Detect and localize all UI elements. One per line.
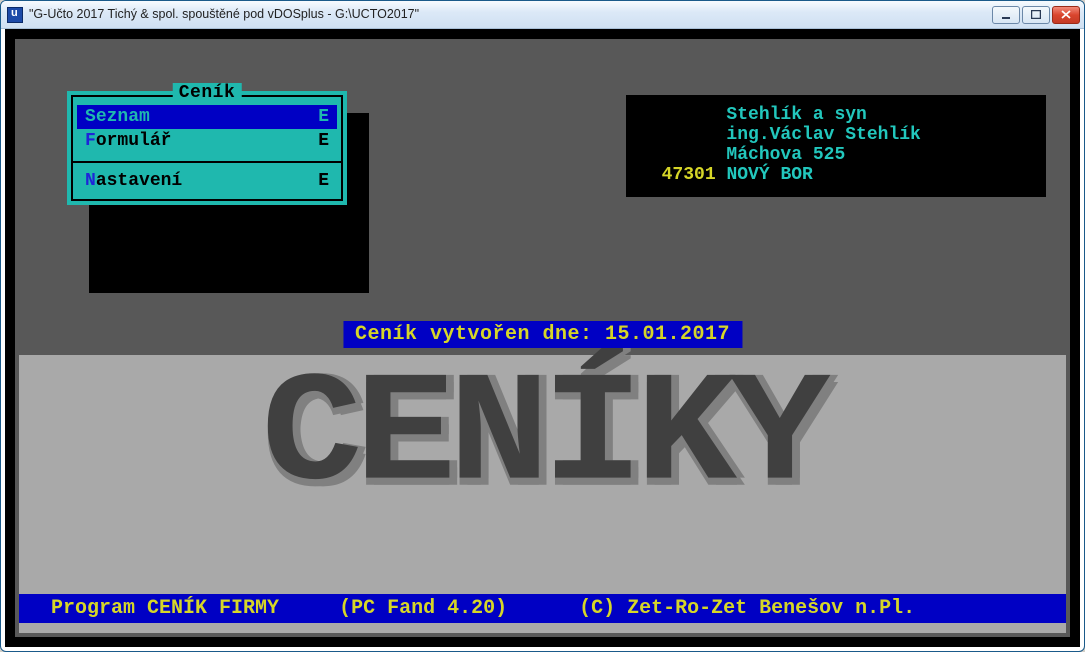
company-line1: Stehlík a syn <box>640 105 1032 125</box>
big-title-wrap: CENÍKY <box>19 373 1066 503</box>
dos-client-area: Ceník Seznam E Formulář E <box>5 29 1080 647</box>
footer-copyright: (C) Zet-Ro-Zet Benešov n.Pl. <box>507 597 927 620</box>
company-line3: Máchova 525 <box>640 145 1032 165</box>
app-icon <box>7 7 23 23</box>
footer-engine: (PC Fand 4.20) <box>279 597 507 620</box>
menu-separator <box>73 161 341 163</box>
dos-screen: Ceník Seznam E Formulář E <box>15 39 1070 637</box>
titlebar[interactable]: "G-Účto 2017 Tichý & spol. spouštěné pod… <box>1 1 1084 29</box>
minimize-button[interactable] <box>992 6 1020 24</box>
company-line4: 47301 NOVÝ BOR <box>640 165 1032 185</box>
footer-bar: Program CENÍK FIRMY (PC Fand 4.20) (C) Z… <box>19 594 1066 623</box>
close-button[interactable] <box>1052 6 1080 24</box>
company-line2: ing.Václav Stehlík <box>640 125 1032 145</box>
maximize-button[interactable] <box>1022 6 1050 24</box>
window-frame: "G-Účto 2017 Tichý & spol. spouštěné pod… <box>0 0 1085 652</box>
menu-item-nastaveni[interactable]: Nastavení E <box>77 169 337 193</box>
company-info: Stehlík a syn ing.Václav Stehlík Máchova… <box>626 95 1046 197</box>
menu-cenik: Ceník Seznam E Formulář E <box>67 91 347 205</box>
date-banner: Ceník vytvořen dne: 15.01.2017 <box>343 321 742 348</box>
big-title: CENÍKY <box>262 360 824 516</box>
menu-item-formular[interactable]: Formulář E <box>77 129 337 153</box>
menu-title: Ceník <box>173 83 242 103</box>
window-title: "G-Účto 2017 Tichý & spol. spouštěné pod… <box>29 8 992 21</box>
footer-program: Program CENÍK FIRMY <box>27 597 279 620</box>
menu-item-seznam[interactable]: Seznam E <box>77 105 337 129</box>
